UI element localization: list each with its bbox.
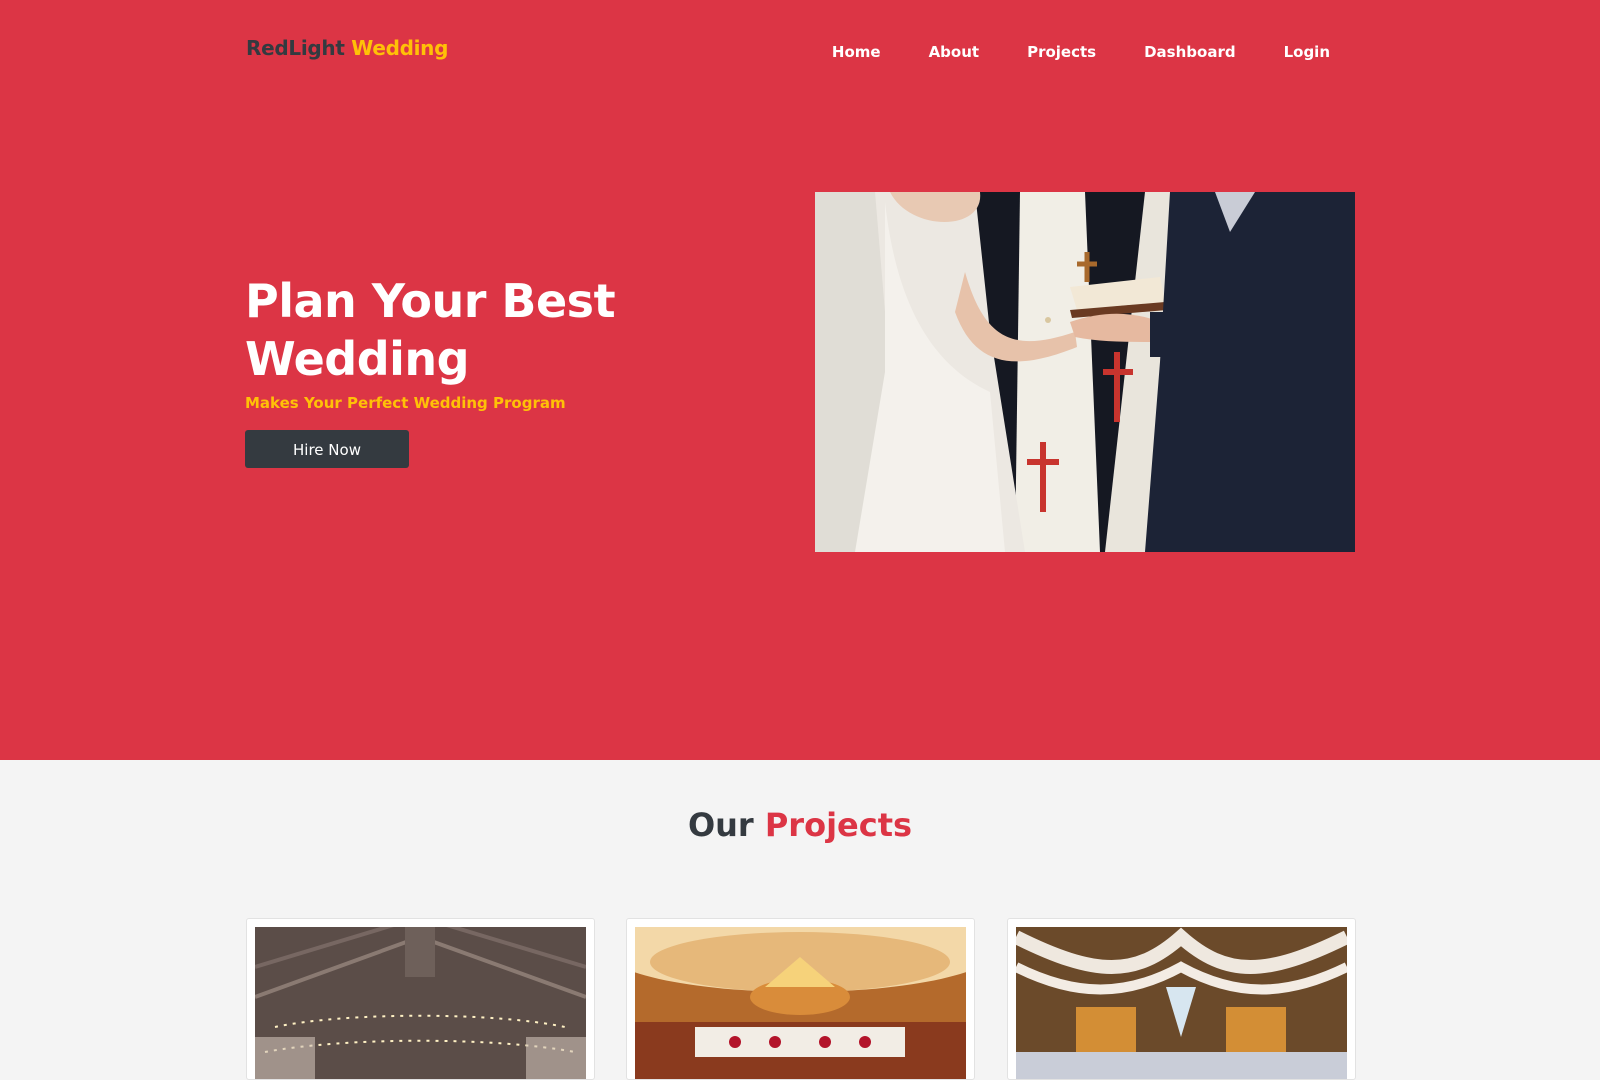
main-nav: Home About Projects Dashboard Login: [808, 43, 1330, 61]
projects-section-title: Our Projects: [0, 806, 1600, 844]
rustic-barn-image: [1016, 927, 1347, 1079]
barn-lights-image: [255, 927, 586, 1079]
project-card[interactable]: [626, 918, 975, 1080]
project-photo-rustic-barn: [1016, 927, 1347, 1079]
brand-logo[interactable]: RedLight Wedding: [246, 36, 448, 60]
hire-now-button[interactable]: Hire Now: [245, 430, 409, 468]
hero-section: RedLight Wedding Home About Projects Das…: [0, 0, 1600, 760]
wedding-ceremony-illustration: [815, 192, 1355, 552]
projects-title-part1: Our: [687, 806, 754, 844]
projects-title-accent: Projects: [764, 806, 913, 844]
nav-home[interactable]: Home: [808, 43, 905, 61]
nav-login[interactable]: Login: [1260, 43, 1330, 61]
project-photo-banquet-hall: [635, 927, 966, 1079]
project-card[interactable]: [1007, 918, 1356, 1080]
hero-subtitle: Makes Your Perfect Wedding Program: [245, 394, 566, 412]
banquet-hall-image: [635, 927, 966, 1079]
nav-dashboard[interactable]: Dashboard: [1120, 43, 1259, 61]
brand-name-accent: Wedding: [351, 36, 449, 60]
nav-about[interactable]: About: [905, 43, 1004, 61]
nav-projects[interactable]: Projects: [1003, 43, 1120, 61]
project-photo-barn-lights: [255, 927, 586, 1079]
brand-name-primary: RedLight: [246, 36, 345, 60]
project-card[interactable]: [246, 918, 595, 1080]
hero-title: Plan Your Best Wedding: [245, 274, 616, 386]
hero-wedding-photo: [815, 192, 1355, 552]
hero-text: Plan Your Best Wedding Makes Your Perfec…: [245, 272, 765, 468]
